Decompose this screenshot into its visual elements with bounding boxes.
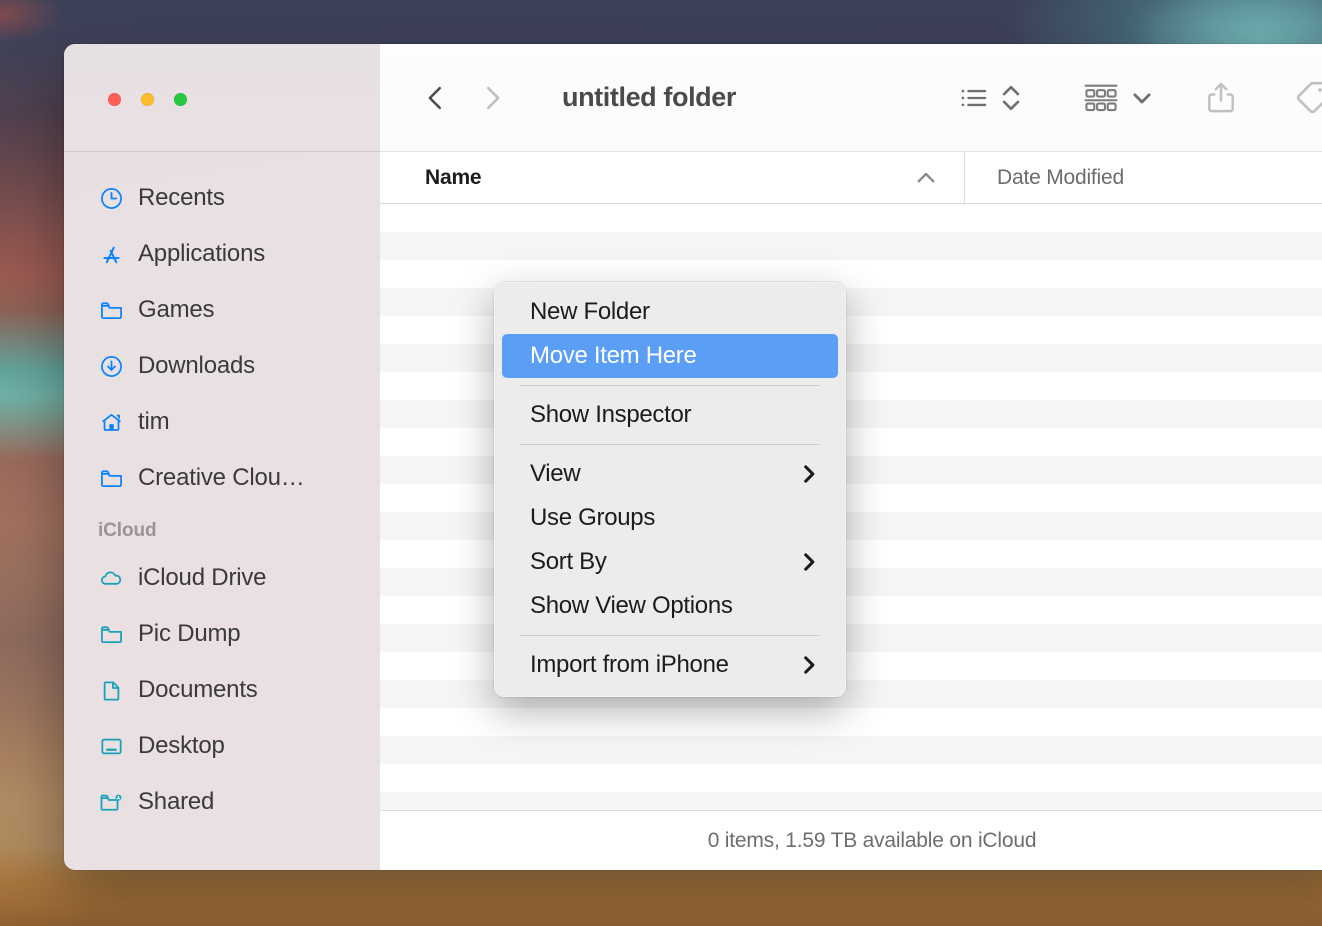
sidebar-item-tim[interactable]: tim — [64, 394, 380, 450]
column-header-row: Name Date Modified — [380, 152, 1322, 204]
list-row — [380, 204, 1322, 232]
sidebar-item-games[interactable]: Games — [64, 282, 380, 338]
sidebar-item-pic-dump[interactable]: Pic Dump — [64, 606, 380, 662]
group-by-dropdown-button[interactable] — [1130, 70, 1154, 126]
menu-item-label: Sort By — [530, 548, 607, 575]
column-header-date-label: Date Modified — [997, 165, 1124, 189]
maximize-button[interactable] — [174, 93, 187, 106]
menu-item-use-groups[interactable]: Use Groups — [502, 496, 838, 540]
menu-item-label: View — [530, 460, 581, 487]
sidebar-item-creative-cloud[interactable]: Creative Clou… — [64, 450, 380, 506]
menu-item-view[interactable]: View — [502, 452, 838, 496]
sidebar-item-shared[interactable]: Shared — [64, 774, 380, 830]
sidebar-item-label: Downloads — [138, 352, 255, 379]
home-icon — [98, 409, 124, 435]
sidebar-item-label: Applications — [138, 240, 266, 267]
menu-item-import-from-iphone[interactable]: Import from iPhone — [502, 643, 838, 687]
document-icon — [98, 677, 124, 703]
menu-separator — [520, 635, 820, 636]
sidebar-item-desktop[interactable]: Desktop — [64, 718, 380, 774]
tag-button[interactable] — [1292, 70, 1322, 126]
sidebar-item-label: Pic Dump — [138, 620, 241, 647]
menu-separator — [520, 444, 820, 445]
status-text: 0 items, 1.59 TB available on iCloud — [707, 828, 1037, 852]
chevron-up-icon — [914, 166, 938, 190]
toolbar-right-group — [956, 44, 1322, 152]
sidebar-item-label: Games — [138, 296, 215, 323]
list-row — [380, 764, 1322, 792]
sidebar: Recents Applications Games Downloads tim… — [64, 44, 380, 870]
list-row — [380, 736, 1322, 764]
shared-folder-icon — [98, 789, 124, 815]
chevron-down-icon — [1130, 86, 1154, 110]
menu-item-label: Show Inspector — [530, 401, 692, 428]
sidebar-item-label: Shared — [138, 788, 215, 815]
desktop-icon — [98, 733, 124, 759]
close-button[interactable] — [108, 93, 121, 106]
page-title: untitled folder — [562, 82, 736, 112]
list-row — [380, 708, 1322, 736]
clock-icon — [98, 185, 124, 211]
sidebar-item-documents[interactable]: Documents — [64, 662, 380, 718]
minimize-button[interactable] — [141, 93, 154, 106]
submenu-chevron-right-icon — [798, 463, 820, 485]
sidebar-item-label: Recents — [138, 184, 225, 211]
download-icon — [98, 353, 124, 379]
sidebar-scroll-area: Recents Applications Games Downloads tim… — [64, 152, 380, 830]
chevron-left-icon — [420, 82, 452, 114]
sidebar-section-header-icloud: iCloud — [98, 520, 157, 541]
menu-item-show-inspector[interactable]: Show Inspector — [502, 393, 838, 437]
menu-item-label: New Folder — [530, 298, 650, 325]
back-button[interactable] — [408, 70, 464, 126]
group-by-icon — [1080, 81, 1122, 115]
traffic-light-buttons — [108, 93, 187, 106]
window-titlebar — [64, 44, 380, 152]
sidebar-item-label: iCloud Drive — [138, 564, 267, 591]
list-view-icon — [956, 80, 992, 116]
list-view-button[interactable] — [956, 70, 992, 126]
submenu-chevron-right-icon — [798, 654, 820, 676]
forward-button[interactable] — [464, 70, 520, 126]
submenu-chevron-right-icon — [798, 551, 820, 573]
desktop-wallpaper: Recents Applications Games Downloads tim… — [0, 0, 1322, 926]
menu-item-move-item-here[interactable]: Move Item Here — [502, 334, 838, 378]
menu-item-label: Import from iPhone — [530, 651, 729, 678]
share-icon — [1202, 79, 1240, 117]
sidebar-item-label: Desktop — [138, 732, 225, 759]
toolbar: untitled folder — [380, 44, 1322, 152]
sidebar-item-label: Documents — [138, 676, 258, 703]
list-row — [380, 792, 1322, 810]
sidebar-item-icloud-drive[interactable]: iCloud Drive — [64, 550, 380, 606]
menu-item-new-folder[interactable]: New Folder — [502, 290, 838, 334]
folder-icon — [98, 621, 124, 647]
menu-separator — [520, 385, 820, 386]
sidebar-item-label: Creative Clou… — [138, 464, 305, 491]
column-header-date-modified[interactable]: Date Modified — [964, 152, 1322, 203]
sort-direction-button[interactable] — [998, 70, 1024, 126]
status-bar: 0 items, 1.59 TB available on iCloud — [380, 810, 1322, 870]
up-down-chevrons-icon — [998, 80, 1024, 116]
sidebar-item-applications[interactable]: Applications — [64, 226, 380, 282]
column-header-name[interactable]: Name — [380, 152, 964, 203]
share-button[interactable] — [1202, 70, 1240, 126]
menu-item-label: Move Item Here — [530, 342, 697, 369]
sidebar-item-recents[interactable]: Recents — [64, 170, 380, 226]
menu-item-sort-by[interactable]: Sort By — [502, 540, 838, 584]
context-menu: New Folder Move Item Here Show Inspector… — [494, 282, 846, 697]
cloud-icon — [98, 565, 124, 591]
menu-item-show-view-options[interactable]: Show View Options — [502, 584, 838, 628]
sidebar-item-downloads[interactable]: Downloads — [64, 338, 380, 394]
list-row — [380, 232, 1322, 260]
folder-icon — [98, 297, 124, 323]
group-by-button[interactable] — [1080, 70, 1122, 126]
tag-icon — [1292, 78, 1322, 118]
chevron-right-icon — [476, 82, 508, 114]
app-store-icon — [98, 241, 124, 267]
menu-item-label: Use Groups — [530, 504, 656, 531]
column-header-name-label: Name — [425, 165, 482, 189]
menu-item-label: Show View Options — [530, 592, 733, 619]
folder-icon — [98, 465, 124, 491]
finder-window: Recents Applications Games Downloads tim… — [64, 44, 1322, 870]
sidebar-item-label: tim — [138, 408, 170, 435]
